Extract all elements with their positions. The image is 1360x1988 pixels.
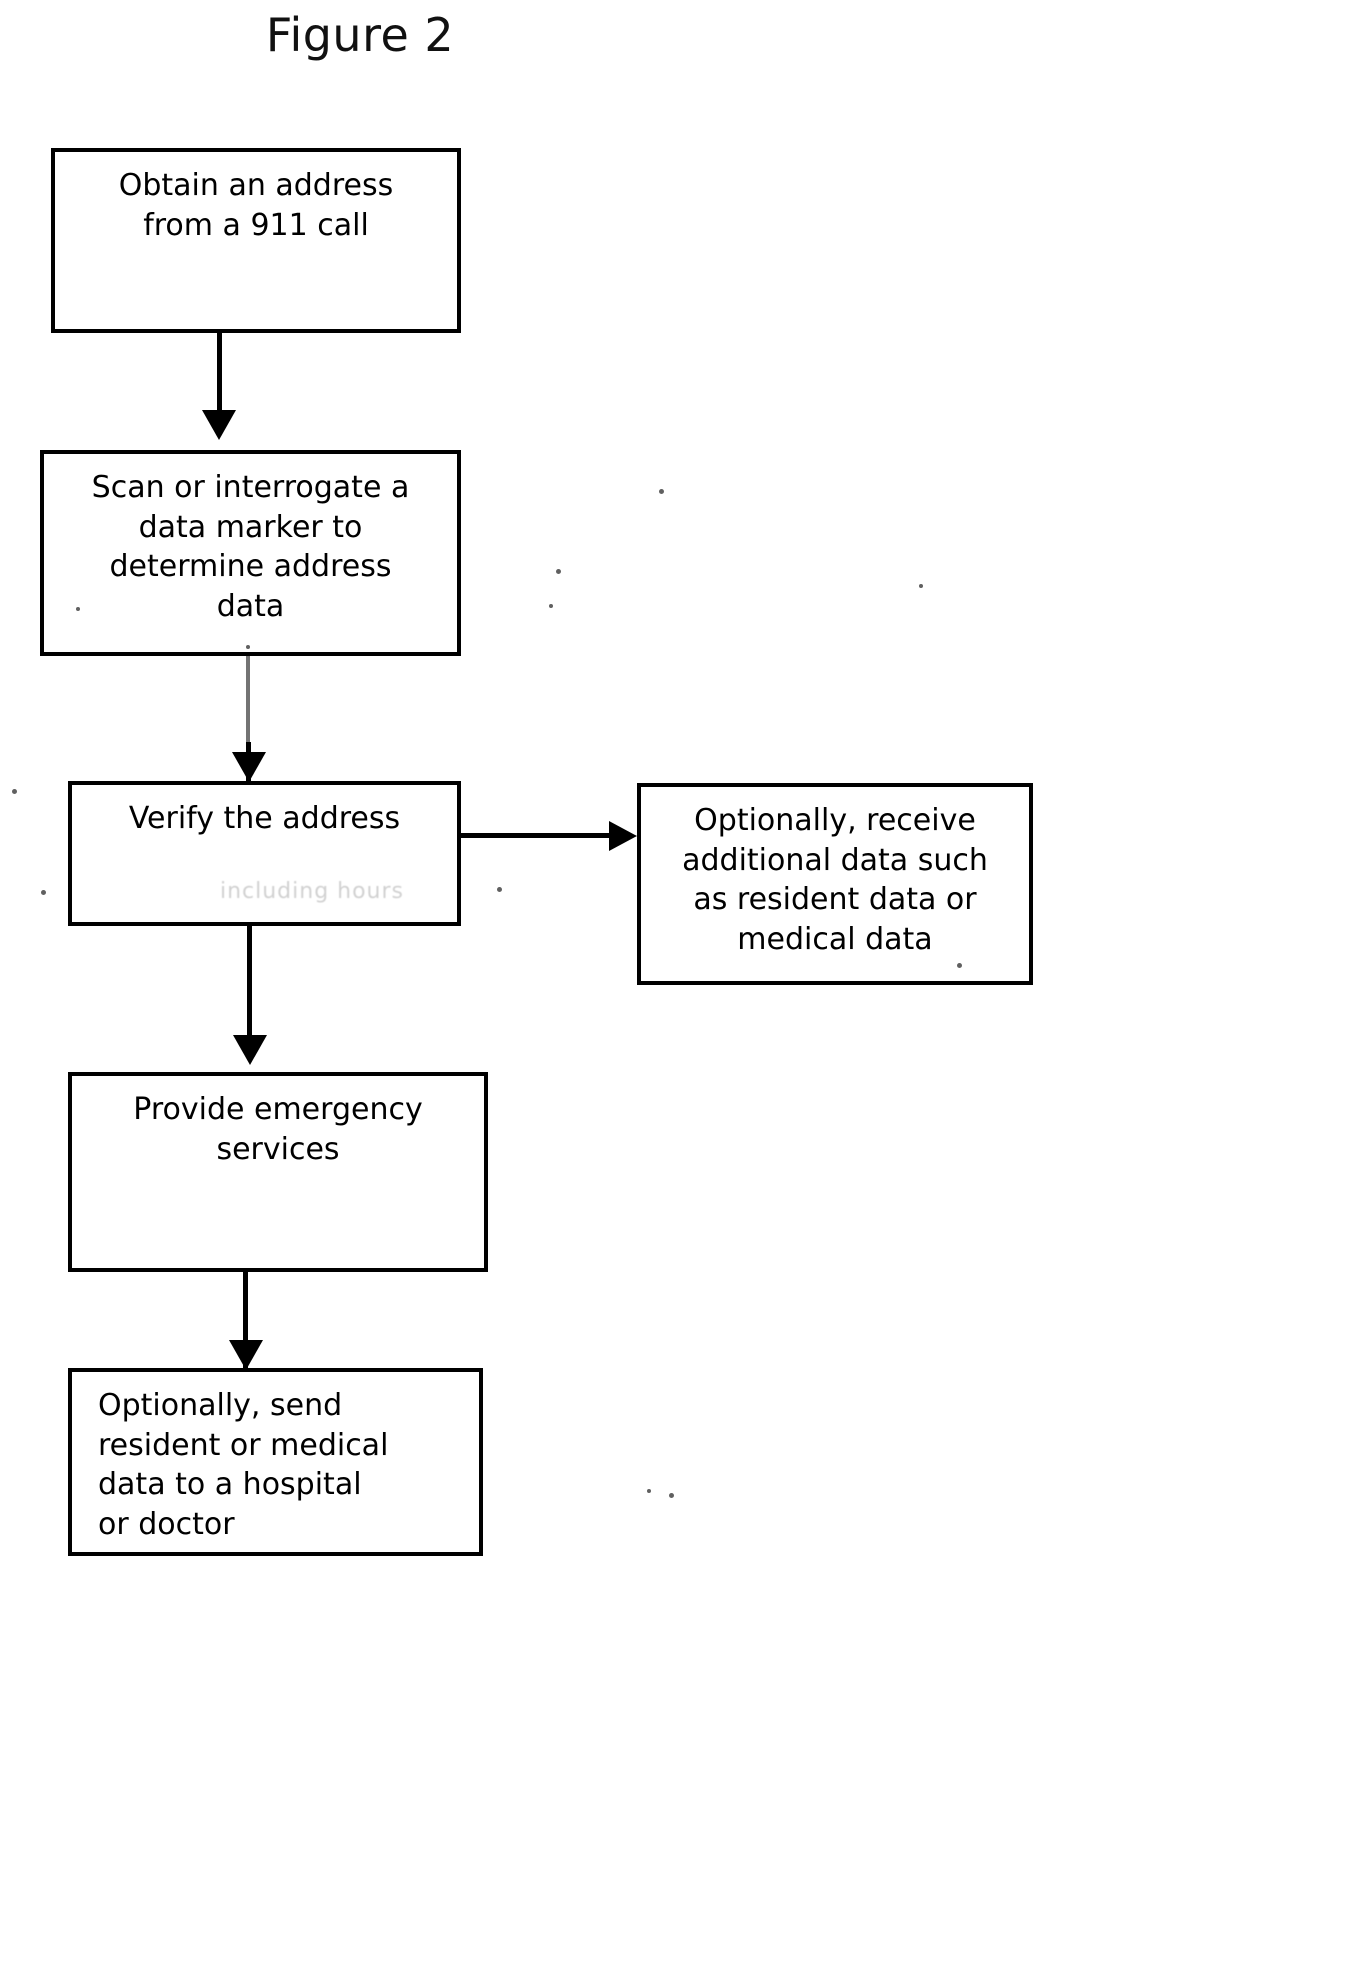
scan-speck [647,1489,651,1493]
edge-obtain-to-scan-arrowhead [202,410,236,440]
edge-scan-to-verify-line-upper [246,656,250,756]
node-optional-receive-data: Optionally, receive additional data such… [637,783,1033,985]
scan-speck [549,604,553,608]
edge-verify-to-provide-line [247,926,252,1042]
node-verify-address-label: Verify the address [128,801,401,836]
node-scan-marker-label: Scan or interrogate a data marker to det… [91,470,410,624]
edge-verify-to-optional-receive-arrowhead [609,821,637,851]
node-scan-marker: Scan or interrogate a data marker to det… [40,450,461,656]
edge-scan-to-verify-arrowhead [232,752,266,782]
edge-provide-to-optional-send-arrowhead [229,1340,263,1370]
node-provide-services-label: Provide emergency services [133,1092,423,1167]
scan-speck [246,645,250,649]
figure-page: Figure 2 Obtain an address from a 911 ca… [0,0,1360,1988]
figure-title: Figure 2 [265,8,455,62]
node-obtain-address: Obtain an address from a 911 call [51,148,461,333]
node-verify-address: Verify the address including hours [68,781,461,926]
node-obtain-address-label: Obtain an address from a 911 call [118,168,394,243]
scan-speck [497,887,502,892]
node-verify-address-smudged-text: including hours [219,879,405,904]
scan-speck [919,584,923,588]
scan-speck [669,1493,674,1498]
node-optional-receive-data-label: Optionally, receive additional data such… [682,803,988,957]
scan-speck [41,890,46,895]
scan-speck [556,569,561,574]
scan-speck [12,789,17,794]
edge-verify-to-provide-arrowhead [233,1035,267,1065]
node-optional-send-data: Optionally, send resident or medical dat… [68,1368,483,1556]
scan-speck [76,607,80,611]
scan-speck [659,489,664,494]
node-optional-send-data-label: Optionally, send resident or medical dat… [98,1388,389,1542]
edge-verify-to-optional-receive-line [461,833,611,838]
scan-speck [957,963,962,968]
node-provide-services: Provide emergency services [68,1072,488,1272]
